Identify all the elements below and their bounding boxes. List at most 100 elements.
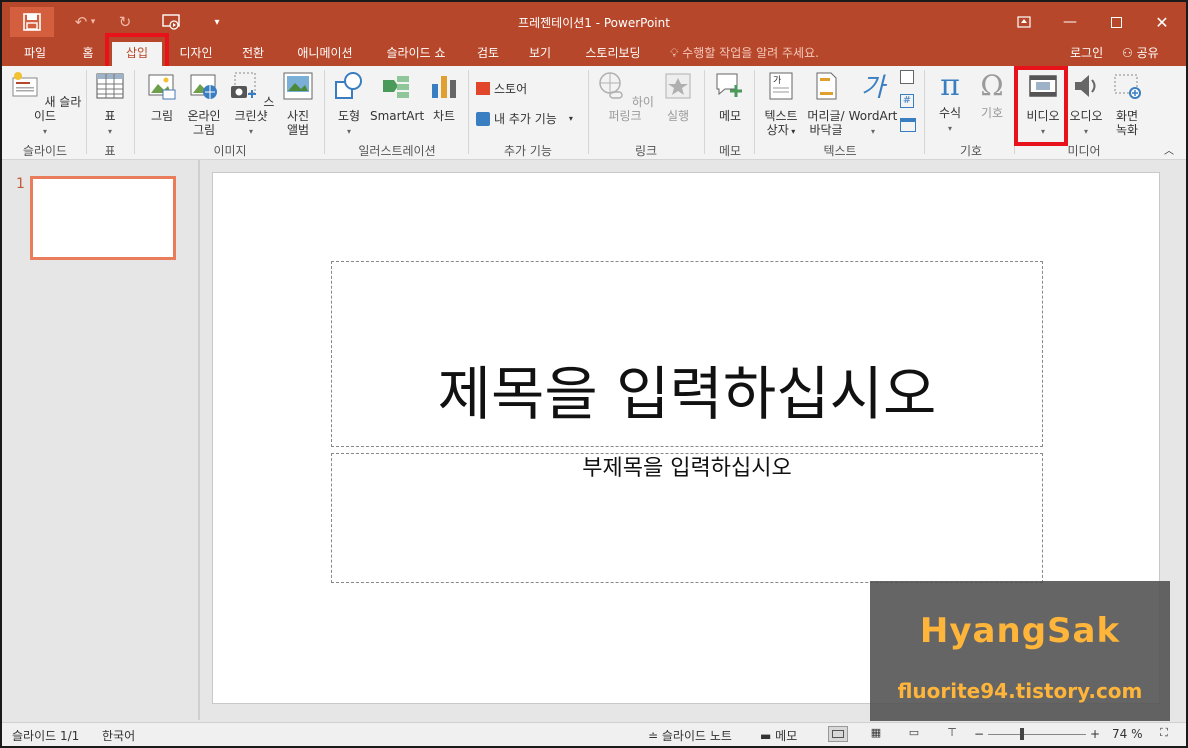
ribbon-tabs: 파일 홈 삽입 디자인 전환 애니메이션 슬라이드 쇼 검토 보기 스토리보딩 … — [2, 42, 1186, 66]
tab-home[interactable]: 홈 — [70, 42, 106, 66]
store-label: 스토어 — [494, 82, 528, 96]
group-separator — [468, 70, 469, 154]
slide-number-button[interactable]: # — [900, 94, 914, 108]
group-separator — [134, 70, 135, 154]
shapes-button[interactable]: 도형 ▾ — [330, 70, 368, 139]
chevron-down-icon: ▾ — [1083, 127, 1088, 136]
photo-album-label-2: 앨범 — [286, 123, 310, 137]
share-label: 공유 — [1136, 46, 1159, 60]
store-button[interactable]: 스토어 — [476, 80, 527, 97]
slide-thumbnail[interactable] — [30, 176, 176, 260]
tab-design[interactable]: 디자인 — [170, 42, 222, 66]
title-placeholder[interactable]: 제목을 입력하십시오 — [331, 261, 1043, 447]
tab-slideshow[interactable]: 슬라이드 쇼 — [374, 42, 458, 66]
vertical-scrollbar[interactable] — [1168, 160, 1186, 720]
tell-me-search[interactable]: 💡︎ 수행할 작업을 알려 주세요. — [670, 42, 819, 66]
ribbon-display-button[interactable] — [1004, 8, 1044, 36]
comment-button[interactable]: 메모 — [710, 70, 750, 123]
photo-album-button[interactable]: 사진 앨범 — [278, 70, 318, 137]
wordart-label: WordArt — [848, 109, 898, 123]
language-indicator[interactable]: 한국어 — [102, 727, 135, 744]
symbol-button[interactable]: Ω 기호 — [972, 69, 1012, 121]
powerpoint-window: ↶ ▾ ↻ ▾ 프레젠테이션1 - PowerPoint — ✕ 파일 홈 삽입… — [0, 0, 1188, 748]
tab-transitions[interactable]: 전환 — [230, 42, 276, 66]
panel-splitter[interactable] — [198, 160, 200, 720]
watermark: HyangSak fluorite94.tistory.com — [870, 581, 1170, 721]
wordart-button[interactable]: 가 WordArt ▾ — [848, 70, 898, 139]
calendar-icon — [900, 70, 914, 84]
group-label-symbols: 기호 — [959, 144, 983, 158]
header-footer-button[interactable]: 머리글/ 바닥글 — [804, 70, 848, 137]
table-icon — [96, 73, 124, 99]
screen-recording-button[interactable]: 화면 녹화 — [1108, 70, 1146, 137]
audio-label: 오디오 — [1069, 109, 1103, 123]
picture-button[interactable]: 그림 — [142, 70, 182, 123]
notes-label: 슬라이드 노트 — [661, 729, 732, 743]
zoom-out-button[interactable]: − — [974, 727, 984, 741]
fit-window-icon: ⛶ — [1160, 726, 1168, 739]
chevron-up-icon: ︿ — [1164, 146, 1174, 157]
textbox-icon: 가 — [769, 72, 793, 100]
group-label-tables: 표 — [104, 144, 116, 158]
chart-icon — [432, 76, 456, 98]
table-button[interactable]: 표 ▾ — [92, 70, 128, 139]
watermark-name: HyangSak — [919, 611, 1121, 651]
tab-storyboarding[interactable]: 스토리보딩 — [572, 42, 654, 66]
tab-view[interactable]: 보기 — [520, 42, 560, 66]
action-button[interactable]: 실행 — [658, 70, 698, 123]
subtitle-placeholder[interactable]: 부제목을 입력하십시오 — [331, 453, 1043, 583]
chart-button[interactable]: 차트 — [426, 70, 462, 123]
audio-button[interactable]: 오디오 ▾ — [1064, 70, 1108, 139]
thumbnail-number: 1 — [16, 176, 25, 192]
smartart-button[interactable]: SmartArt — [370, 70, 424, 123]
screenshot-button[interactable]: 스크린샷 ▾ — [226, 70, 276, 139]
maximize-button[interactable] — [1096, 8, 1136, 36]
equation-button[interactable]: π 수식 ▾ — [930, 70, 970, 136]
share-button[interactable]: ⚇ 공유 — [1122, 42, 1159, 64]
tab-review[interactable]: 검토 — [468, 42, 508, 66]
slide-sorter-button[interactable]: ▦ — [866, 726, 886, 742]
normal-view-button[interactable] — [828, 726, 848, 742]
collapse-ribbon-button[interactable]: ︿ — [1164, 142, 1174, 157]
speaker-icon — [1075, 75, 1096, 97]
group-label-links: 링크 — [634, 144, 658, 158]
chart-label: 차트 — [432, 109, 456, 123]
textbox-button[interactable]: 가 텍스트 상자 ▾ — [760, 70, 802, 139]
comments-toggle[interactable]: ▬ 메모 — [760, 727, 797, 744]
object-icon — [900, 118, 916, 132]
my-addins-button[interactable]: 내 추가 기능 ▾ — [476, 110, 573, 127]
online-pictures-icon — [190, 74, 217, 99]
online-pictures-label-1: 온라인 — [187, 109, 221, 123]
screenshot-icon — [230, 72, 256, 98]
tab-file[interactable]: 파일 — [12, 42, 58, 66]
group-separator — [754, 70, 755, 154]
omega-icon: Ω — [980, 69, 1004, 102]
symbol-label: 기호 — [980, 106, 1004, 120]
zoom-in-button[interactable]: + — [1090, 727, 1100, 741]
chevron-down-icon: ▾ — [248, 127, 253, 136]
reading-view-button[interactable]: ▭ — [904, 726, 924, 742]
online-pictures-button[interactable]: 온라인 그림 — [182, 70, 226, 137]
ribbon-display-icon — [1017, 16, 1031, 28]
new-slide-button[interactable]: 새 슬라이드 ▾ — [8, 70, 82, 139]
title-placeholder-text: 제목을 입력하십시오 — [437, 360, 937, 428]
close-button[interactable]: ✕ — [1142, 8, 1182, 36]
slide-sorter-icon: ▦ — [870, 726, 882, 739]
chevron-down-icon: ▾ — [346, 127, 351, 136]
date-time-button[interactable] — [900, 70, 914, 84]
zoom-slider[interactable] — [988, 734, 1086, 735]
login-link[interactable]: 로그인 — [1070, 42, 1103, 64]
fit-to-window-button[interactable]: ⛶ — [1154, 726, 1174, 742]
zoom-level[interactable]: 74 % — [1112, 727, 1143, 741]
hyperlink-button[interactable]: 하이퍼링크 — [594, 70, 656, 123]
notes-toggle[interactable]: ≐ 슬라이드 노트 — [648, 727, 732, 744]
table-label: 표 — [104, 109, 116, 123]
slideshow-view-button[interactable]: ⊤ — [942, 726, 962, 742]
tab-animations[interactable]: 애니메이션 — [286, 42, 364, 66]
object-button[interactable] — [900, 118, 916, 132]
zoom-slider-handle[interactable] — [1020, 728, 1024, 740]
new-slide-label: 새 슬라이드 — [33, 95, 82, 123]
comment-label: 메모 — [718, 109, 742, 123]
minimize-button[interactable]: — — [1050, 8, 1090, 36]
chevron-down-icon: ▾ — [947, 124, 952, 133]
